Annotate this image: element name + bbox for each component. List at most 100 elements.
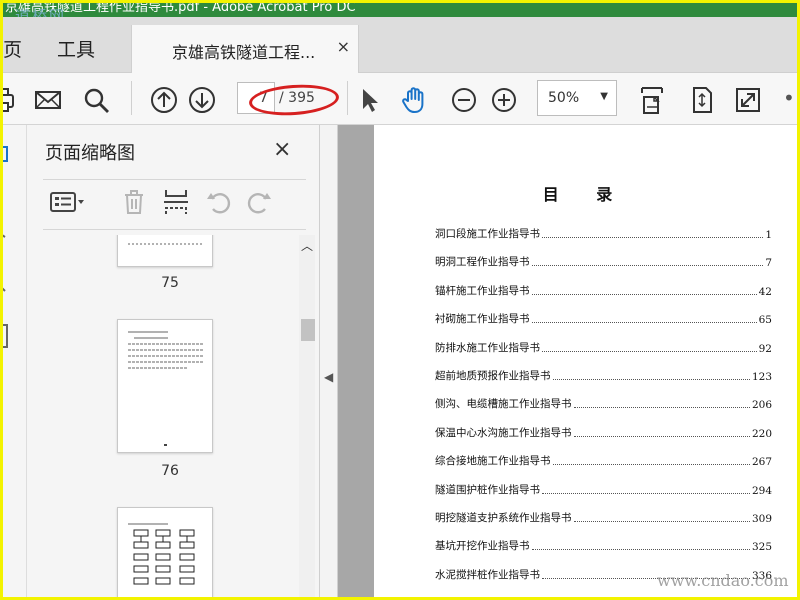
toc-entry[interactable]: 防排水施工作业指导书 92 [435, 337, 772, 355]
toc-leader-dots [542, 492, 750, 494]
toc-entry[interactable]: 超前地质预报作业指导书 123 [435, 365, 772, 383]
fullscreen-icon[interactable] [733, 85, 763, 115]
scroll-thumb[interactable] [301, 319, 315, 341]
toc-entry-text: 隧道围护桩作业指导书 [435, 483, 540, 496]
toc-entry[interactable]: 明洞工程作业指导书 7 [435, 251, 772, 269]
toolbar-separator [347, 81, 348, 115]
zoom-select[interactable]: 50% ▼ [537, 80, 617, 116]
toc-entry-text: 洞口段施工作业指导书 [435, 228, 540, 240]
toc-entry-text: 明洞工程作业指导书 [435, 256, 530, 269]
main-toolbar: 7 / 395 50% ▼ • [3, 73, 797, 125]
thumbnail-label: 75 [161, 275, 179, 291]
toc-entry-page: 220 [751, 427, 772, 440]
toc-leader-dots [531, 293, 757, 295]
toc-leader-dots [531, 549, 750, 551]
tab-close-button[interactable]: × [337, 37, 350, 56]
options-menu-icon[interactable] [49, 187, 89, 217]
tab-tools[interactable]: 工具 [57, 35, 95, 62]
fit-page-icon[interactable] [687, 85, 717, 115]
toc-leader-dots [573, 435, 750, 437]
panel-close-button[interactable]: × [273, 137, 291, 162]
toolbar-separator [131, 81, 132, 115]
toc-entry-page: 92 [758, 342, 772, 355]
chevron-down-icon: ▼ [600, 91, 608, 102]
toc-entry-page: 309 [751, 513, 772, 525]
toc-entry-text: 综合接地施工作业指导书 [435, 455, 551, 468]
toc-entry-page: 1 [765, 229, 772, 241]
toc-entry[interactable]: 明挖隧道支护系统作业指导书 309 [435, 507, 772, 525]
more-icon[interactable]: • [783, 86, 795, 110]
toc-leader-dots [552, 464, 750, 466]
panel-title: 页面缩略图 [45, 143, 135, 164]
tab-home[interactable]: 页 [3, 35, 22, 62]
insert-page-icon[interactable] [161, 187, 191, 217]
thumbnail-label: 76 [161, 463, 179, 479]
thumbnail-page[interactable] [117, 319, 213, 453]
toc-entry-page: 267 [751, 456, 772, 469]
toc-title: 目 录 [542, 185, 629, 204]
toc-entry[interactable]: 保温中心水沟施工作业指导书 220 [435, 422, 772, 440]
thumbnail-page[interactable] [117, 507, 213, 597]
watermark-bottom: www.cndao.com [657, 571, 789, 590]
toc-entry-page: 65 [758, 314, 772, 327]
thumbnail-panel: 页面缩略图 × 75 76 ︿ [27, 125, 320, 597]
rotate-left-icon[interactable] [203, 187, 233, 217]
toc-leader-dots [552, 379, 750, 380]
toc-entry-page: 294 [751, 484, 772, 497]
select-arrow-icon[interactable] [355, 85, 385, 115]
hand-icon[interactable] [399, 85, 429, 115]
tab-document-title: 京雄高铁隧道工程... [172, 43, 316, 62]
toc-entry[interactable]: 综合接地施工作业指导书 267 [435, 450, 772, 468]
panel-collapse-strip[interactable]: ◀ [320, 125, 338, 597]
toc-entry-page: 7 [765, 257, 772, 270]
thumbnail-page[interactable] [117, 235, 213, 267]
collapse-left-icon[interactable]: ◀ [324, 370, 333, 384]
toc-leader-dots [542, 237, 764, 238]
toc-entry-text: 侧沟、电缆槽施工作业指导书 [435, 398, 572, 411]
scroll-mode-icon[interactable] [637, 85, 667, 115]
toc-entry-page: 42 [758, 285, 772, 298]
search-icon[interactable] [81, 85, 111, 115]
navigation-rail [3, 125, 27, 597]
toc-leader-dots [531, 265, 764, 267]
toc-leader-dots [573, 521, 750, 522]
acrobat-window: 京雄高铁隧道工程作业指导书.pdf - Adobe Acrobat Pro DC… [3, 3, 797, 597]
toc-entry-text: 保温中心水沟施工作业指导书 [435, 426, 572, 439]
toc-leader-dots [531, 322, 757, 324]
thumbnail-scrollbar[interactable]: ︿ [299, 235, 315, 597]
nav-rail-icons [3, 146, 8, 348]
panel-divider [43, 179, 306, 180]
toc-entry[interactable]: 隧道围护桩作业指导书 294 [435, 479, 772, 497]
zoom-value: 50% [548, 90, 580, 106]
chevron-up-icon[interactable]: ︿ [301, 237, 313, 254]
toc-leader-dots [542, 350, 757, 352]
toc-leader-dots [573, 407, 750, 409]
tab-document[interactable]: 京雄高铁隧道工程... × [131, 25, 359, 73]
toc-entry-text: 超前地质预报作业指导书 [435, 370, 551, 382]
toc-entry[interactable]: 侧沟、电缆槽施工作业指导书 206 [435, 393, 772, 411]
toc-entry-text: 衬砌施工作业指导书 [435, 313, 530, 326]
toc-entry-page: 325 [751, 541, 772, 554]
delete-icon[interactable] [119, 187, 149, 217]
document-page: 目 录 洞口段施工作业指导书 1 明洞工程作业指导书 7 锚杆施工作业指导书 42 衬砌施工… [374, 125, 797, 597]
prev-page-icon[interactable] [149, 85, 179, 115]
toc-entry[interactable]: 基坑开挖作业指导书 325 [435, 535, 772, 553]
toc-entry-text: 明挖隧道支护系统作业指导书 [435, 512, 572, 524]
toc-entry-text: 锚杆施工作业指导书 [435, 284, 530, 297]
tab-bar: 页 工具 京雄高铁隧道工程... × [3, 17, 797, 73]
email-icon[interactable] [33, 85, 63, 115]
rotate-right-icon[interactable] [245, 187, 275, 217]
window-title-bar: 京雄高铁隧道工程作业指导书.pdf - Adobe Acrobat Pro DC [3, 3, 797, 17]
toc-entry[interactable]: 衬砌施工作业指导书 65 [435, 308, 772, 326]
document-gutter [338, 125, 374, 597]
print-icon[interactable] [3, 85, 17, 115]
thumbnail-list: 75 76 [43, 235, 297, 597]
toc-entry-page: 206 [751, 399, 772, 412]
toc-entry[interactable]: 锚杆施工作业指导书 42 [435, 280, 772, 298]
toc-entry-page: 123 [751, 371, 772, 383]
next-page-icon[interactable] [187, 85, 217, 115]
zoom-out-icon[interactable] [449, 85, 479, 115]
zoom-in-icon[interactable] [489, 85, 519, 115]
toc-entry-text: 水泥搅拌桩作业指导书 [435, 568, 540, 581]
toc-entry[interactable]: 洞口段施工作业指导书 1 [435, 223, 772, 241]
